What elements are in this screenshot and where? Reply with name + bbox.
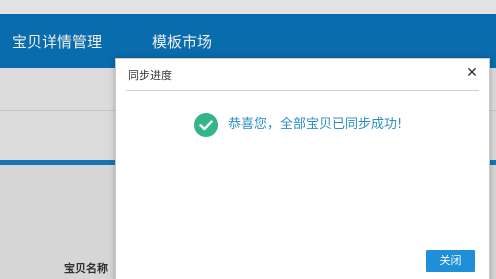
close-icon[interactable]: ✕ [465, 66, 479, 80]
dialog-divider [126, 90, 479, 91]
dialog-title: 同步进度 [128, 69, 172, 82]
close-button[interactable]: 关闭 [426, 250, 475, 272]
success-message: 恭喜您，全部宝贝已同步成功! [228, 117, 403, 132]
page: 宝贝详情管理 模板市场 宝贝名称 同步进度 ✕ 恭喜您，全部宝贝已同步成功! 关… [0, 0, 496, 279]
check-circle-icon [194, 113, 218, 137]
sync-progress-dialog: 同步进度 ✕ 恭喜您，全部宝贝已同步成功! 关闭 [115, 58, 490, 279]
